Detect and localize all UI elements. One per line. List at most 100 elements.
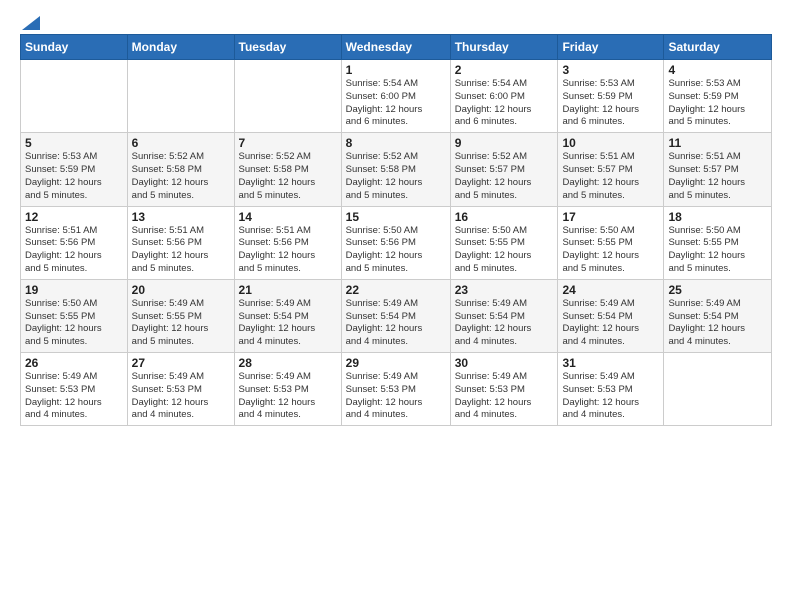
day-number: 24 [562, 283, 659, 297]
day-info: Sunrise: 5:52 AM Sunset: 5:58 PM Dayligh… [346, 151, 446, 202]
calendar-cell: 17Sunrise: 5:50 AM Sunset: 5:55 PM Dayli… [558, 206, 664, 279]
calendar-cell: 5Sunrise: 5:53 AM Sunset: 5:59 PM Daylig… [21, 133, 128, 206]
calendar-cell: 14Sunrise: 5:51 AM Sunset: 5:56 PM Dayli… [234, 206, 341, 279]
calendar-cell: 31Sunrise: 5:49 AM Sunset: 5:53 PM Dayli… [558, 353, 664, 426]
day-info: Sunrise: 5:54 AM Sunset: 6:00 PM Dayligh… [455, 78, 554, 129]
calendar-cell: 1Sunrise: 5:54 AM Sunset: 6:00 PM Daylig… [341, 60, 450, 133]
weekday-header-thursday: Thursday [450, 35, 558, 60]
calendar-cell [21, 60, 128, 133]
calendar-cell [664, 353, 772, 426]
day-number: 3 [562, 63, 659, 77]
calendar-cell: 18Sunrise: 5:50 AM Sunset: 5:55 PM Dayli… [664, 206, 772, 279]
day-number: 8 [346, 136, 446, 150]
day-number: 16 [455, 210, 554, 224]
day-info: Sunrise: 5:51 AM Sunset: 5:57 PM Dayligh… [562, 151, 659, 202]
header [20, 18, 772, 26]
calendar-cell: 9Sunrise: 5:52 AM Sunset: 5:57 PM Daylig… [450, 133, 558, 206]
day-info: Sunrise: 5:49 AM Sunset: 5:54 PM Dayligh… [455, 298, 554, 349]
day-info: Sunrise: 5:49 AM Sunset: 5:54 PM Dayligh… [668, 298, 767, 349]
calendar-cell: 13Sunrise: 5:51 AM Sunset: 5:56 PM Dayli… [127, 206, 234, 279]
calendar-cell: 16Sunrise: 5:50 AM Sunset: 5:55 PM Dayli… [450, 206, 558, 279]
day-number: 1 [346, 63, 446, 77]
calendar-week-2: 5Sunrise: 5:53 AM Sunset: 5:59 PM Daylig… [21, 133, 772, 206]
page: SundayMondayTuesdayWednesdayThursdayFrid… [0, 0, 792, 612]
day-number: 6 [132, 136, 230, 150]
day-number: 7 [239, 136, 337, 150]
day-info: Sunrise: 5:51 AM Sunset: 5:56 PM Dayligh… [132, 225, 230, 276]
calendar-cell: 20Sunrise: 5:49 AM Sunset: 5:55 PM Dayli… [127, 279, 234, 352]
day-number: 11 [668, 136, 767, 150]
weekday-header-monday: Monday [127, 35, 234, 60]
day-number: 14 [239, 210, 337, 224]
day-info: Sunrise: 5:51 AM Sunset: 5:57 PM Dayligh… [668, 151, 767, 202]
day-number: 19 [25, 283, 123, 297]
day-info: Sunrise: 5:49 AM Sunset: 5:54 PM Dayligh… [562, 298, 659, 349]
calendar-week-5: 26Sunrise: 5:49 AM Sunset: 5:53 PM Dayli… [21, 353, 772, 426]
calendar-cell: 6Sunrise: 5:52 AM Sunset: 5:58 PM Daylig… [127, 133, 234, 206]
day-info: Sunrise: 5:49 AM Sunset: 5:53 PM Dayligh… [346, 371, 446, 422]
day-number: 17 [562, 210, 659, 224]
day-info: Sunrise: 5:49 AM Sunset: 5:53 PM Dayligh… [562, 371, 659, 422]
calendar-header-row: SundayMondayTuesdayWednesdayThursdayFrid… [21, 35, 772, 60]
calendar-cell [234, 60, 341, 133]
calendar-cell: 21Sunrise: 5:49 AM Sunset: 5:54 PM Dayli… [234, 279, 341, 352]
day-number: 10 [562, 136, 659, 150]
day-number: 15 [346, 210, 446, 224]
day-info: Sunrise: 5:52 AM Sunset: 5:58 PM Dayligh… [239, 151, 337, 202]
calendar-cell: 24Sunrise: 5:49 AM Sunset: 5:54 PM Dayli… [558, 279, 664, 352]
day-number: 27 [132, 356, 230, 370]
day-number: 28 [239, 356, 337, 370]
day-number: 31 [562, 356, 659, 370]
day-number: 20 [132, 283, 230, 297]
calendar-cell [127, 60, 234, 133]
day-info: Sunrise: 5:49 AM Sunset: 5:53 PM Dayligh… [455, 371, 554, 422]
weekday-header-saturday: Saturday [664, 35, 772, 60]
day-info: Sunrise: 5:51 AM Sunset: 5:56 PM Dayligh… [239, 225, 337, 276]
day-info: Sunrise: 5:51 AM Sunset: 5:56 PM Dayligh… [25, 225, 123, 276]
calendar-cell: 12Sunrise: 5:51 AM Sunset: 5:56 PM Dayli… [21, 206, 128, 279]
weekday-header-friday: Friday [558, 35, 664, 60]
calendar-cell: 23Sunrise: 5:49 AM Sunset: 5:54 PM Dayli… [450, 279, 558, 352]
day-info: Sunrise: 5:50 AM Sunset: 5:55 PM Dayligh… [562, 225, 659, 276]
logo [20, 18, 40, 26]
calendar-cell: 11Sunrise: 5:51 AM Sunset: 5:57 PM Dayli… [664, 133, 772, 206]
day-info: Sunrise: 5:49 AM Sunset: 5:55 PM Dayligh… [132, 298, 230, 349]
day-info: Sunrise: 5:54 AM Sunset: 6:00 PM Dayligh… [346, 78, 446, 129]
calendar-cell: 19Sunrise: 5:50 AM Sunset: 5:55 PM Dayli… [21, 279, 128, 352]
calendar-cell: 26Sunrise: 5:49 AM Sunset: 5:53 PM Dayli… [21, 353, 128, 426]
day-number: 26 [25, 356, 123, 370]
calendar-cell: 22Sunrise: 5:49 AM Sunset: 5:54 PM Dayli… [341, 279, 450, 352]
calendar-cell: 27Sunrise: 5:49 AM Sunset: 5:53 PM Dayli… [127, 353, 234, 426]
day-info: Sunrise: 5:50 AM Sunset: 5:55 PM Dayligh… [455, 225, 554, 276]
day-number: 25 [668, 283, 767, 297]
day-info: Sunrise: 5:52 AM Sunset: 5:57 PM Dayligh… [455, 151, 554, 202]
day-info: Sunrise: 5:53 AM Sunset: 5:59 PM Dayligh… [668, 78, 767, 129]
day-info: Sunrise: 5:49 AM Sunset: 5:54 PM Dayligh… [346, 298, 446, 349]
calendar-cell: 4Sunrise: 5:53 AM Sunset: 5:59 PM Daylig… [664, 60, 772, 133]
calendar-cell: 3Sunrise: 5:53 AM Sunset: 5:59 PM Daylig… [558, 60, 664, 133]
calendar-cell: 7Sunrise: 5:52 AM Sunset: 5:58 PM Daylig… [234, 133, 341, 206]
day-info: Sunrise: 5:49 AM Sunset: 5:53 PM Dayligh… [239, 371, 337, 422]
calendar-cell: 8Sunrise: 5:52 AM Sunset: 5:58 PM Daylig… [341, 133, 450, 206]
calendar-week-3: 12Sunrise: 5:51 AM Sunset: 5:56 PM Dayli… [21, 206, 772, 279]
day-number: 22 [346, 283, 446, 297]
day-info: Sunrise: 5:49 AM Sunset: 5:53 PM Dayligh… [25, 371, 123, 422]
day-info: Sunrise: 5:49 AM Sunset: 5:53 PM Dayligh… [132, 371, 230, 422]
day-info: Sunrise: 5:52 AM Sunset: 5:58 PM Dayligh… [132, 151, 230, 202]
weekday-header-tuesday: Tuesday [234, 35, 341, 60]
day-number: 13 [132, 210, 230, 224]
logo-icon [22, 16, 40, 30]
weekday-header-wednesday: Wednesday [341, 35, 450, 60]
day-info: Sunrise: 5:53 AM Sunset: 5:59 PM Dayligh… [25, 151, 123, 202]
day-number: 29 [346, 356, 446, 370]
calendar-cell: 15Sunrise: 5:50 AM Sunset: 5:56 PM Dayli… [341, 206, 450, 279]
day-number: 18 [668, 210, 767, 224]
day-number: 23 [455, 283, 554, 297]
day-number: 30 [455, 356, 554, 370]
day-number: 4 [668, 63, 767, 77]
day-number: 2 [455, 63, 554, 77]
day-info: Sunrise: 5:50 AM Sunset: 5:55 PM Dayligh… [668, 225, 767, 276]
calendar-cell: 10Sunrise: 5:51 AM Sunset: 5:57 PM Dayli… [558, 133, 664, 206]
calendar-week-1: 1Sunrise: 5:54 AM Sunset: 6:00 PM Daylig… [21, 60, 772, 133]
calendar-week-4: 19Sunrise: 5:50 AM Sunset: 5:55 PM Dayli… [21, 279, 772, 352]
